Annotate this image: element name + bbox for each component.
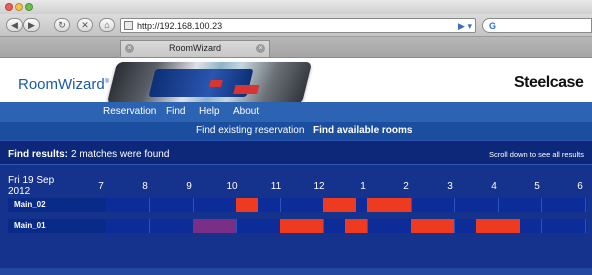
subnav-find-existing[interactable]: Find existing reservation xyxy=(196,125,304,136)
device-image xyxy=(106,62,313,104)
booking-slot-booked[interactable] xyxy=(345,219,367,233)
device-screen-block xyxy=(209,80,223,87)
hour-gridline xyxy=(497,198,499,212)
booking-slot-booked[interactable] xyxy=(323,198,357,212)
hour-gridline xyxy=(454,198,456,212)
hour-gridline xyxy=(584,198,586,212)
hour-gridline xyxy=(236,219,238,233)
hour-label: 3 xyxy=(447,181,453,192)
bottom-bar xyxy=(0,268,592,275)
subnav-find-available[interactable]: Find available rooms xyxy=(313,125,412,136)
forward-icon[interactable]: ▶ xyxy=(23,18,40,32)
device-screen xyxy=(148,69,260,97)
new-tab-icon[interactable]: × xyxy=(256,44,265,53)
hour-label: 6 xyxy=(577,181,583,192)
hour-label: 4 xyxy=(491,181,497,192)
hour-label: 8 xyxy=(142,181,148,192)
room-name-main02[interactable]: Main_02 xyxy=(8,198,108,212)
room-timeline-main02[interactable] xyxy=(106,198,587,212)
registered-mark: ® xyxy=(104,79,110,85)
brand-name: RoomWizard xyxy=(18,76,105,93)
nav-help[interactable]: Help xyxy=(199,106,220,117)
nav-find[interactable]: Find xyxy=(166,106,185,117)
hour-gridline xyxy=(148,198,150,212)
hour-gridline xyxy=(541,198,543,212)
back-icon[interactable]: ◀ xyxy=(6,18,23,32)
search-icon: G xyxy=(489,21,497,31)
device-screen-block xyxy=(233,85,260,94)
maker-logo: Steelcase xyxy=(514,74,584,91)
booking-slot-booked[interactable] xyxy=(366,198,411,212)
booking-slot-booked[interactable] xyxy=(236,198,258,212)
go-icon[interactable]: ▶ ▾ xyxy=(458,20,472,32)
hour-gridline xyxy=(279,198,281,212)
favicon xyxy=(124,21,133,30)
main-nav: Reservation Find Help About xyxy=(0,102,592,122)
hour-label: 11 xyxy=(270,181,282,192)
minimize-light[interactable] xyxy=(15,3,23,11)
nav-reservation[interactable]: Reservation xyxy=(103,106,156,117)
hour-label: 7 xyxy=(98,181,104,192)
booking-slot-pending[interactable] xyxy=(192,219,237,233)
hour-label: 5 xyxy=(534,181,540,192)
close-light[interactable] xyxy=(5,3,13,11)
results-date: Fri 19 Sep xyxy=(8,175,55,186)
tab-bar: × RoomWizard × xyxy=(0,37,592,58)
sub-nav: Find existing reservation Find available… xyxy=(0,122,592,140)
reload-icon[interactable]: ↻ xyxy=(54,18,70,32)
results-year: 2012 xyxy=(8,186,31,197)
home-icon[interactable]: ⌂ xyxy=(99,18,115,32)
hour-label: 2 xyxy=(403,181,409,192)
nav-about[interactable]: About xyxy=(233,106,259,117)
results-count: 2 matches were found xyxy=(71,149,170,160)
hour-label: 9 xyxy=(186,181,192,192)
hour-label: 10 xyxy=(226,181,238,192)
hour-gridline xyxy=(541,219,543,233)
zoom-light[interactable] xyxy=(25,3,33,11)
tab-title: RoomWizard xyxy=(168,43,221,53)
hour-gridline xyxy=(584,219,586,233)
tab-roomwizard[interactable]: × RoomWizard xyxy=(120,40,270,57)
hour-gridline xyxy=(148,219,150,233)
hour-gridline xyxy=(192,198,194,212)
scroll-hint: Scroll down to see all results xyxy=(488,150,584,159)
room-timeline-main01[interactable] xyxy=(106,219,587,233)
search-input[interactable]: G xyxy=(482,18,592,33)
room-name-main01[interactable]: Main_01 xyxy=(8,219,108,233)
address-text[interactable]: http://192.168.100.23 xyxy=(137,20,222,32)
hour-label: 1 xyxy=(360,181,366,192)
hour-gridline xyxy=(323,219,325,233)
hour-gridline xyxy=(366,219,368,233)
booking-slot-booked[interactable] xyxy=(279,219,324,233)
results-label: Find results: xyxy=(8,149,69,160)
hour-label: 12 xyxy=(313,181,325,192)
booking-slot-booked[interactable] xyxy=(475,219,520,233)
address-bar[interactable]: http://192.168.100.23 ▶ ▾ xyxy=(120,18,476,33)
brand-logo: RoomWizard® xyxy=(18,76,109,93)
stop-icon[interactable]: ✕ xyxy=(77,18,93,32)
window-titlebar xyxy=(0,0,592,15)
hour-gridline xyxy=(454,219,456,233)
booking-slot-booked[interactable] xyxy=(410,219,455,233)
browser-toolbar: ◀ ▶ ↻ ✕ ⌂ http://192.168.100.23 ▶ ▾ G xyxy=(0,14,592,37)
hour-gridline xyxy=(410,198,412,212)
